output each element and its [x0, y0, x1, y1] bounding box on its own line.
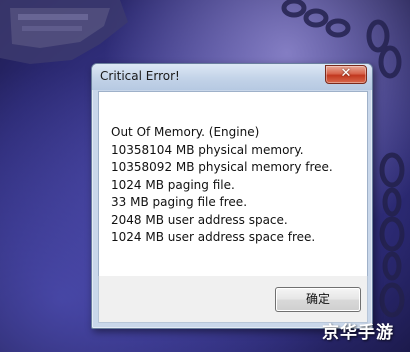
- site-watermark: 京华手游: [322, 323, 394, 343]
- dialog-title-bar[interactable]: Critical Error! ✕: [92, 64, 372, 90]
- message-line: 1024 MB paging file.: [111, 177, 235, 192]
- critical-error-dialog: Critical Error! ✕ Out Of Memory. (Engine…: [91, 63, 373, 329]
- error-message: Out Of Memory. (Engine) 10358104 MB phys…: [111, 124, 333, 247]
- dialog-button-area: 确定: [98, 276, 368, 323]
- message-line: 10358092 MB physical memory free.: [111, 160, 333, 174]
- message-line: Out Of Memory. (Engine): [111, 125, 260, 139]
- message-line: 33 MB paging file free.: [111, 195, 248, 209]
- ok-button[interactable]: 确定: [275, 287, 361, 312]
- message-line: 10358104 MB physical memory.: [111, 142, 304, 157]
- dialog-title: Critical Error!: [100, 69, 180, 83]
- dialog-message-area: Out Of Memory. (Engine) 10358104 MB phys…: [98, 91, 368, 277]
- close-button[interactable]: ✕: [325, 65, 367, 84]
- message-line: 1024 MB user address space free.: [111, 230, 316, 244]
- close-icon: ✕: [340, 66, 352, 81]
- message-line: 2048 MB user address space.: [111, 212, 288, 227]
